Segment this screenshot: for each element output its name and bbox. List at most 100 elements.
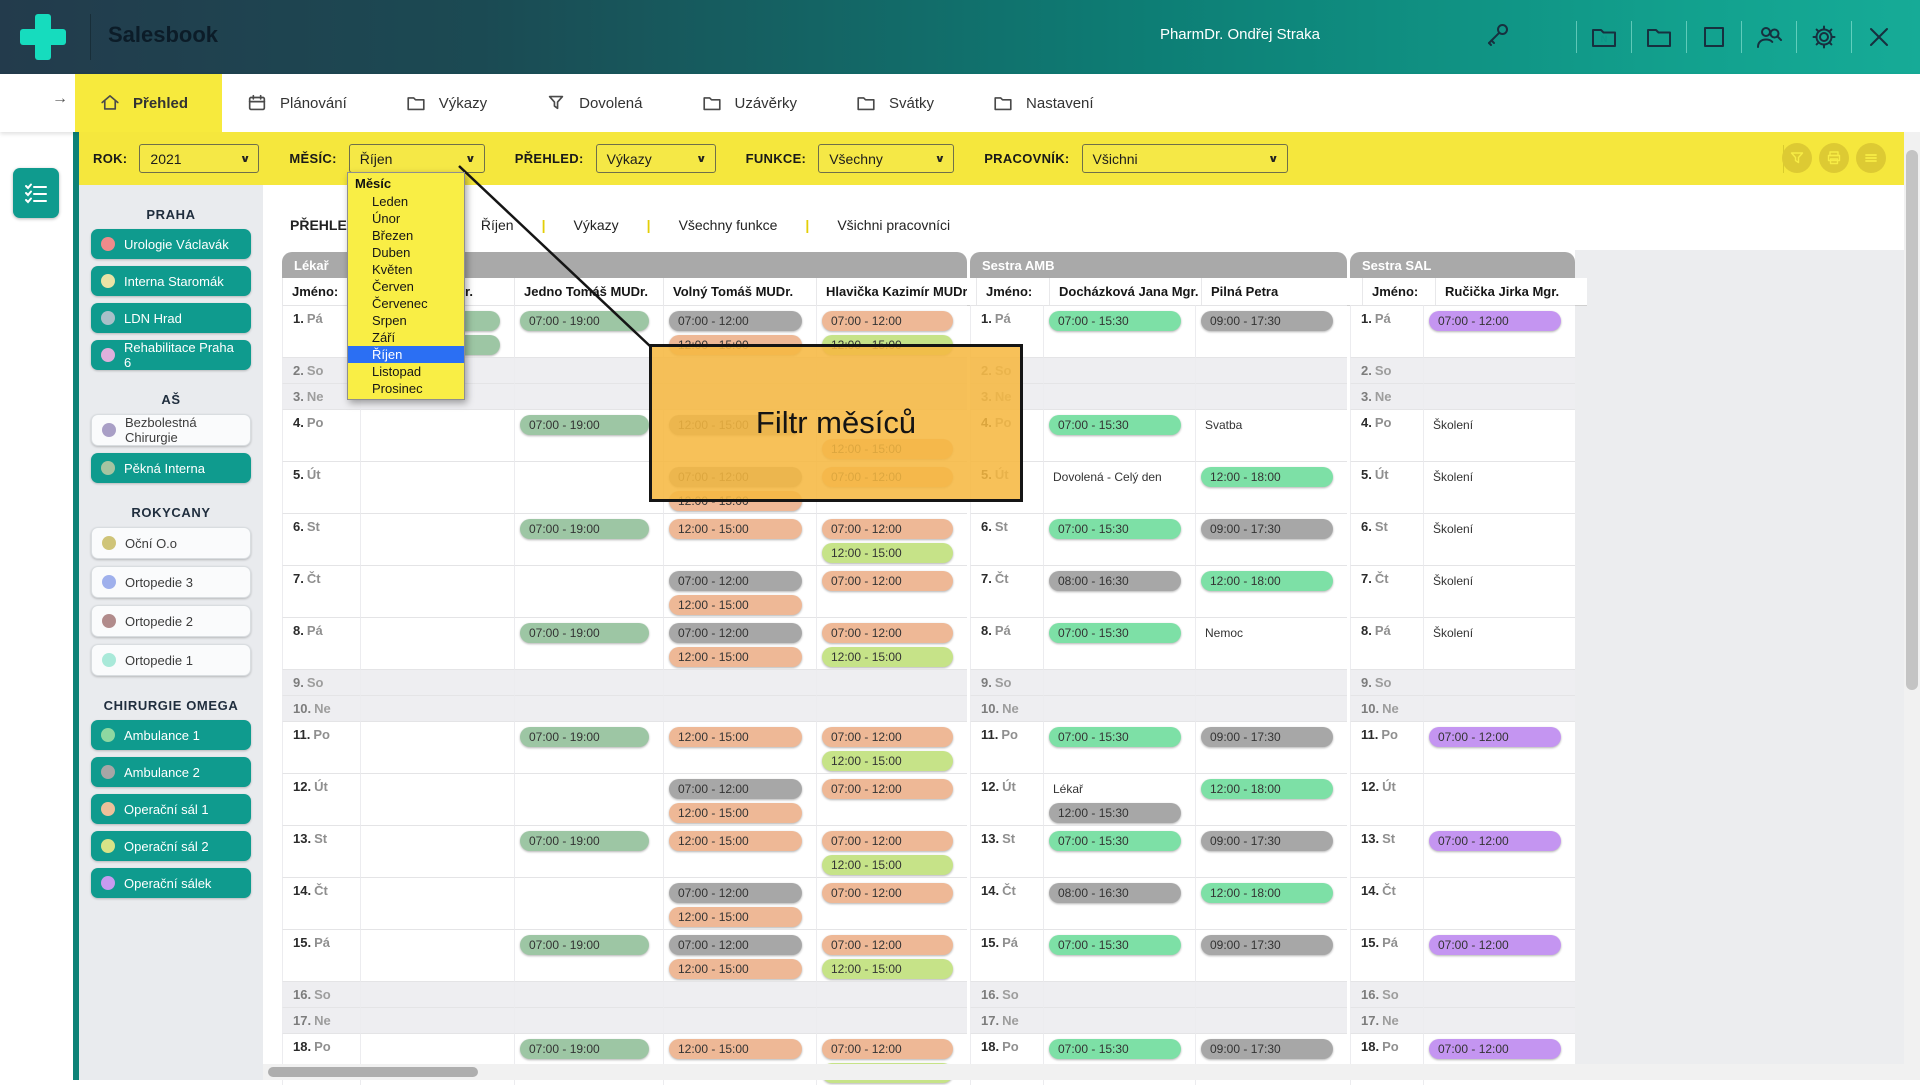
schedule-cell[interactable]: Dovolená - Celý den bbox=[1043, 461, 1195, 513]
schedule-cell[interactable] bbox=[1423, 773, 1575, 825]
shift-chip[interactable]: 07:00 - 12:00 bbox=[1429, 727, 1561, 747]
shift-chip[interactable]: 07:00 - 12:00 bbox=[822, 519, 953, 539]
sidebar-item[interactable]: Interna Staromák bbox=[91, 266, 251, 296]
sidebar-item[interactable]: Operační sál 1 bbox=[91, 794, 251, 824]
shift-chip[interactable]: 09:00 - 17:30 bbox=[1201, 519, 1333, 539]
schedule-cell[interactable] bbox=[360, 773, 514, 825]
shift-chip[interactable]: 07:00 - 19:00 bbox=[520, 1039, 649, 1059]
shift-chip[interactable]: 07:00 - 15:30 bbox=[1049, 831, 1181, 851]
schedule-cell[interactable]: Školení bbox=[1423, 461, 1575, 513]
schedule-cell[interactable] bbox=[360, 1007, 514, 1033]
schedule-cell[interactable]: 07:00 - 15:30 bbox=[1043, 305, 1195, 357]
sidebar-item[interactable]: Ambulance 1 bbox=[91, 720, 251, 750]
shift-chip[interactable]: 07:00 - 15:30 bbox=[1049, 623, 1181, 643]
shift-chip[interactable]: 07:00 - 15:30 bbox=[1049, 727, 1181, 747]
sidebar-item[interactable]: Ortopedie 3 bbox=[91, 566, 251, 598]
schedule-note[interactable]: Školení bbox=[1429, 623, 1561, 643]
month-option-červenec[interactable]: Červenec bbox=[348, 295, 464, 312]
schedule-cell[interactable] bbox=[1423, 1007, 1575, 1033]
schedule-note[interactable]: Školení bbox=[1429, 519, 1561, 539]
shift-chip[interactable]: 07:00 - 15:30 bbox=[1049, 519, 1181, 539]
schedule-cell[interactable] bbox=[514, 695, 663, 721]
schedule-cell[interactable] bbox=[663, 669, 816, 695]
tab-přehled[interactable]: Přehled bbox=[75, 74, 222, 132]
sidebar-item[interactable]: Bezbolestná Chirurgie bbox=[91, 414, 251, 446]
schedule-cell[interactable]: 07:00 - 12:00 bbox=[1423, 305, 1575, 357]
schedule-cell[interactable]: 12:00 - 18:00 bbox=[1195, 565, 1347, 617]
month-option-duben[interactable]: Duben bbox=[348, 244, 464, 261]
schedule-cell[interactable] bbox=[1423, 981, 1575, 1007]
schedule-cell[interactable] bbox=[360, 565, 514, 617]
schedule-cell[interactable]: 07:00 - 12:00 12:00 - 15:00 bbox=[816, 513, 967, 565]
schedule-cell[interactable] bbox=[1043, 981, 1195, 1007]
month-option-červen[interactable]: Červen bbox=[348, 278, 464, 295]
sidebar-item[interactable]: Operační sál 2 bbox=[91, 831, 251, 861]
schedule-cell[interactable] bbox=[360, 617, 514, 669]
shift-chip[interactable]: 12:00 - 15:00 bbox=[669, 727, 802, 747]
shift-chip[interactable]: 07:00 - 19:00 bbox=[520, 519, 649, 539]
print-icon-button[interactable] bbox=[1819, 143, 1849, 173]
filter-rok-select[interactable]: 2021∨ bbox=[139, 144, 259, 173]
shift-chip[interactable]: 07:00 - 12:00 bbox=[669, 935, 802, 955]
close-icon[interactable] bbox=[1862, 20, 1896, 54]
schedule-cell[interactable]: Lékař12:00 - 15:30 bbox=[1043, 773, 1195, 825]
schedule-cell[interactable]: 07:00 - 19:00 bbox=[514, 513, 663, 565]
shift-chip[interactable]: 07:00 - 19:00 bbox=[520, 311, 649, 331]
shift-chip[interactable]: 12:00 - 15:00 bbox=[822, 543, 953, 563]
shift-chip[interactable]: 09:00 - 17:30 bbox=[1201, 831, 1333, 851]
schedule-cell[interactable] bbox=[816, 1007, 967, 1033]
shift-chip[interactable]: 07:00 - 12:00 bbox=[822, 571, 953, 591]
shift-chip[interactable]: 07:00 - 15:30 bbox=[1049, 415, 1181, 435]
shift-chip[interactable]: 07:00 - 19:00 bbox=[520, 831, 649, 851]
schedule-cell[interactable]: 07:00 - 12:00 bbox=[816, 565, 967, 617]
schedule-note[interactable]: Lékař bbox=[1049, 779, 1181, 799]
tab-plánování[interactable]: Plánování bbox=[222, 74, 381, 132]
month-option-březen[interactable]: Březen bbox=[348, 227, 464, 244]
shift-chip[interactable]: 12:00 - 15:00 bbox=[669, 959, 802, 979]
month-option-leden[interactable]: Leden bbox=[348, 193, 464, 210]
schedule-cell[interactable] bbox=[360, 409, 514, 461]
schedule-cell[interactable]: Nemoc bbox=[1195, 617, 1347, 669]
schedule-cell[interactable]: 07:00 - 19:00 bbox=[514, 721, 663, 773]
shift-chip[interactable]: 07:00 - 19:00 bbox=[520, 935, 649, 955]
schedule-cell[interactable]: 07:00 - 15:30 bbox=[1043, 721, 1195, 773]
month-option-únor[interactable]: Únor bbox=[348, 210, 464, 227]
key-icon[interactable] bbox=[1482, 20, 1512, 55]
gear-icon[interactable] bbox=[1807, 20, 1841, 54]
schedule-cell[interactable]: 08:00 - 16:30 bbox=[1043, 877, 1195, 929]
shift-chip[interactable]: 12:00 - 15:00 bbox=[822, 647, 953, 667]
month-option-květen[interactable]: Květen bbox=[348, 261, 464, 278]
schedule-cell[interactable]: Školení bbox=[1423, 617, 1575, 669]
horizontal-scrollbar-thumb[interactable] bbox=[268, 1067, 478, 1077]
schedule-cell[interactable] bbox=[360, 695, 514, 721]
shift-chip[interactable]: 12:00 - 15:00 bbox=[669, 595, 802, 615]
schedule-cell[interactable] bbox=[514, 877, 663, 929]
schedule-cell[interactable] bbox=[360, 669, 514, 695]
shift-chip[interactable]: 07:00 - 12:00 bbox=[1429, 311, 1561, 331]
schedule-cell[interactable] bbox=[663, 981, 816, 1007]
schedule-cell[interactable] bbox=[1195, 695, 1347, 721]
schedule-cell[interactable] bbox=[816, 669, 967, 695]
schedule-cell[interactable]: 07:00 - 15:30 bbox=[1043, 513, 1195, 565]
schedule-cell[interactable] bbox=[1423, 695, 1575, 721]
schedule-cell[interactable] bbox=[1423, 669, 1575, 695]
schedule-cell[interactable] bbox=[514, 981, 663, 1007]
shift-chip[interactable]: 07:00 - 12:00 bbox=[669, 571, 802, 591]
shift-chip[interactable]: 12:00 - 15:00 bbox=[669, 831, 802, 851]
schedule-cell[interactable]: 07:00 - 19:00 bbox=[514, 825, 663, 877]
schedule-cell[interactable]: 07:00 - 12:0012:00 - 15:00 bbox=[816, 721, 967, 773]
month-option-prosinec[interactable]: Prosinec bbox=[348, 380, 464, 397]
schedule-cell[interactable]: 07:00 - 12:0012:00 - 15:00 bbox=[816, 825, 967, 877]
shift-chip[interactable]: 07:00 - 12:00 bbox=[822, 831, 953, 851]
schedule-cell[interactable] bbox=[514, 669, 663, 695]
shift-chip[interactable]: 07:00 - 12:00 bbox=[669, 883, 802, 903]
tab-uzávěrky[interactable]: Uzávěrky bbox=[677, 74, 832, 132]
schedule-cell[interactable]: 07:00 - 12:00 bbox=[1423, 929, 1575, 981]
horizontal-scrollbar[interactable] bbox=[263, 1064, 1904, 1080]
schedule-cell[interactable] bbox=[1195, 357, 1347, 383]
filter-funkce-select[interactable]: Všechny∨ bbox=[818, 144, 954, 173]
schedule-cell[interactable] bbox=[514, 357, 663, 383]
sidebar-item[interactable]: Rehabilitace Praha 6 bbox=[91, 340, 251, 370]
sidebar-item[interactable]: Oční O.o bbox=[91, 527, 251, 559]
shift-chip[interactable]: 12:00 - 15:00 bbox=[669, 647, 802, 667]
